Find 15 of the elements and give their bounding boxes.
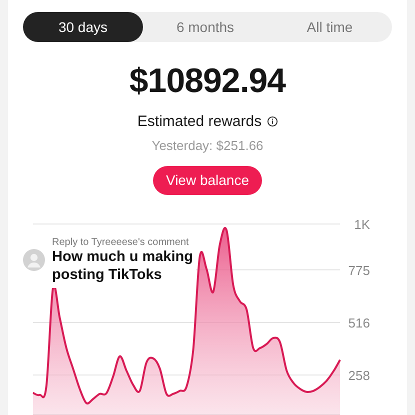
info-icon[interactable] (266, 116, 278, 127)
axis-tick-label: 516 (348, 316, 370, 330)
axis-tick-label: 1K (354, 217, 370, 232)
axis-tick-label: 775 (348, 262, 370, 278)
reward-amount: $10892.94 (129, 62, 286, 101)
rewards-label: Estimated rewards (137, 112, 262, 130)
comment-text: How much u making posting TikToks (52, 248, 194, 284)
period-tab[interactable]: All time (268, 12, 392, 42)
yesterday-earnings: Yesterday: $251.66 (152, 138, 264, 153)
reply-caption: Reply to Tyreeeese's comment (52, 236, 190, 248)
period-tab[interactable]: 6 months (143, 12, 268, 42)
axis-tick-label: 258 (348, 368, 370, 383)
period-tab[interactable]: 30 days (23, 12, 143, 42)
view-balance-button[interactable]: View balance (152, 166, 262, 195)
avatar-icon (23, 249, 45, 271)
